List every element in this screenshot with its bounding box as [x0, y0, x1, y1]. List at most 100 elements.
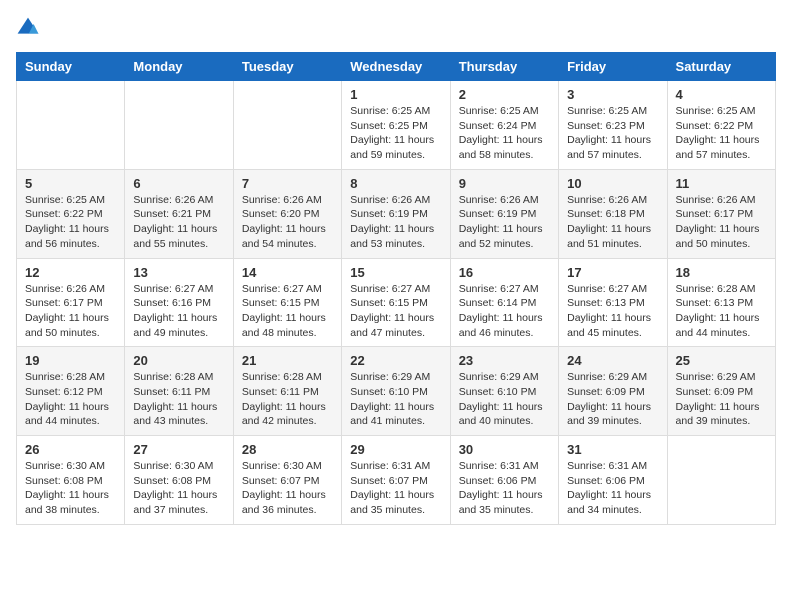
- header-row: SundayMondayTuesdayWednesdayThursdayFrid…: [17, 53, 776, 81]
- day-info: Sunrise: 6:25 AM Sunset: 6:23 PM Dayligh…: [567, 104, 658, 163]
- header-wednesday: Wednesday: [342, 53, 450, 81]
- day-number: 17: [567, 265, 658, 280]
- day-number: 18: [676, 265, 767, 280]
- day-info: Sunrise: 6:30 AM Sunset: 6:08 PM Dayligh…: [25, 459, 116, 518]
- day-cell: 13 Sunrise: 6:27 AM Sunset: 6:16 PM Dayli…: [125, 258, 233, 347]
- day-info: Sunrise: 6:25 AM Sunset: 6:24 PM Dayligh…: [459, 104, 550, 163]
- day-number: 24: [567, 353, 658, 368]
- day-number: 2: [459, 87, 550, 102]
- day-cell: 23 Sunrise: 6:29 AM Sunset: 6:10 PM Dayli…: [450, 347, 558, 436]
- day-info: Sunrise: 6:28 AM Sunset: 6:11 PM Dayligh…: [242, 370, 333, 429]
- header-friday: Friday: [559, 53, 667, 81]
- day-info: Sunrise: 6:31 AM Sunset: 6:07 PM Dayligh…: [350, 459, 441, 518]
- day-info: Sunrise: 6:26 AM Sunset: 6:19 PM Dayligh…: [459, 193, 550, 252]
- day-cell: [233, 81, 341, 170]
- day-number: 26: [25, 442, 116, 457]
- day-number: 16: [459, 265, 550, 280]
- week-row-3: 19 Sunrise: 6:28 AM Sunset: 6:12 PM Dayli…: [17, 347, 776, 436]
- day-cell: [125, 81, 233, 170]
- logo: [16, 16, 44, 40]
- day-number: 23: [459, 353, 550, 368]
- day-number: 10: [567, 176, 658, 191]
- calendar: SundayMondayTuesdayWednesdayThursdayFrid…: [16, 52, 776, 525]
- day-cell: 15 Sunrise: 6:27 AM Sunset: 6:15 PM Dayli…: [342, 258, 450, 347]
- day-info: Sunrise: 6:26 AM Sunset: 6:18 PM Dayligh…: [567, 193, 658, 252]
- day-cell: 7 Sunrise: 6:26 AM Sunset: 6:20 PM Daylig…: [233, 169, 341, 258]
- header-saturday: Saturday: [667, 53, 775, 81]
- day-number: 5: [25, 176, 116, 191]
- day-number: 8: [350, 176, 441, 191]
- day-cell: 30 Sunrise: 6:31 AM Sunset: 6:06 PM Dayli…: [450, 436, 558, 525]
- day-info: Sunrise: 6:28 AM Sunset: 6:13 PM Dayligh…: [676, 282, 767, 341]
- calendar-body: 1 Sunrise: 6:25 AM Sunset: 6:25 PM Daylig…: [17, 81, 776, 525]
- day-cell: 12 Sunrise: 6:26 AM Sunset: 6:17 PM Dayli…: [17, 258, 125, 347]
- week-row-2: 12 Sunrise: 6:26 AM Sunset: 6:17 PM Dayli…: [17, 258, 776, 347]
- day-cell: 29 Sunrise: 6:31 AM Sunset: 6:07 PM Dayli…: [342, 436, 450, 525]
- day-cell: 1 Sunrise: 6:25 AM Sunset: 6:25 PM Daylig…: [342, 81, 450, 170]
- day-info: Sunrise: 6:30 AM Sunset: 6:08 PM Dayligh…: [133, 459, 224, 518]
- day-info: Sunrise: 6:28 AM Sunset: 6:12 PM Dayligh…: [25, 370, 116, 429]
- day-cell: 18 Sunrise: 6:28 AM Sunset: 6:13 PM Dayli…: [667, 258, 775, 347]
- day-info: Sunrise: 6:27 AM Sunset: 6:15 PM Dayligh…: [350, 282, 441, 341]
- day-number: 19: [25, 353, 116, 368]
- day-cell: 10 Sunrise: 6:26 AM Sunset: 6:18 PM Dayli…: [559, 169, 667, 258]
- day-cell: 16 Sunrise: 6:27 AM Sunset: 6:14 PM Dayli…: [450, 258, 558, 347]
- week-row-0: 1 Sunrise: 6:25 AM Sunset: 6:25 PM Daylig…: [17, 81, 776, 170]
- day-number: 14: [242, 265, 333, 280]
- day-cell: 25 Sunrise: 6:29 AM Sunset: 6:09 PM Dayli…: [667, 347, 775, 436]
- day-number: 21: [242, 353, 333, 368]
- day-number: 31: [567, 442, 658, 457]
- day-number: 30: [459, 442, 550, 457]
- day-cell: 31 Sunrise: 6:31 AM Sunset: 6:06 PM Dayli…: [559, 436, 667, 525]
- day-number: 6: [133, 176, 224, 191]
- day-info: Sunrise: 6:26 AM Sunset: 6:17 PM Dayligh…: [676, 193, 767, 252]
- day-cell: 17 Sunrise: 6:27 AM Sunset: 6:13 PM Dayli…: [559, 258, 667, 347]
- day-info: Sunrise: 6:29 AM Sunset: 6:10 PM Dayligh…: [459, 370, 550, 429]
- day-cell: 2 Sunrise: 6:25 AM Sunset: 6:24 PM Daylig…: [450, 81, 558, 170]
- day-info: Sunrise: 6:26 AM Sunset: 6:19 PM Dayligh…: [350, 193, 441, 252]
- day-cell: 8 Sunrise: 6:26 AM Sunset: 6:19 PM Daylig…: [342, 169, 450, 258]
- day-info: Sunrise: 6:27 AM Sunset: 6:14 PM Dayligh…: [459, 282, 550, 341]
- day-info: Sunrise: 6:29 AM Sunset: 6:09 PM Dayligh…: [676, 370, 767, 429]
- day-info: Sunrise: 6:25 AM Sunset: 6:22 PM Dayligh…: [25, 193, 116, 252]
- day-number: 4: [676, 87, 767, 102]
- day-number: 25: [676, 353, 767, 368]
- logo-icon: [16, 16, 40, 40]
- week-row-4: 26 Sunrise: 6:30 AM Sunset: 6:08 PM Dayli…: [17, 436, 776, 525]
- header-monday: Monday: [125, 53, 233, 81]
- calendar-header: SundayMondayTuesdayWednesdayThursdayFrid…: [17, 53, 776, 81]
- day-cell: 5 Sunrise: 6:25 AM Sunset: 6:22 PM Daylig…: [17, 169, 125, 258]
- day-cell: 28Sunrise: 6:30 AM Sunset: 6:07 PM Dayli…: [233, 436, 341, 525]
- day-cell: 11 Sunrise: 6:26 AM Sunset: 6:17 PM Dayli…: [667, 169, 775, 258]
- day-cell: [667, 436, 775, 525]
- day-cell: 3 Sunrise: 6:25 AM Sunset: 6:23 PM Daylig…: [559, 81, 667, 170]
- day-cell: 24Sunrise: 6:29 AM Sunset: 6:09 PM Dayli…: [559, 347, 667, 436]
- day-info: Sunrise: 6:31 AM Sunset: 6:06 PM Dayligh…: [459, 459, 550, 518]
- day-number: 12: [25, 265, 116, 280]
- day-info: Sunrise: 6:26 AM Sunset: 6:17 PM Dayligh…: [25, 282, 116, 341]
- day-number: 29: [350, 442, 441, 457]
- day-info: Sunrise: 6:28 AM Sunset: 6:11 PM Dayligh…: [133, 370, 224, 429]
- day-cell: 22Sunrise: 6:29 AM Sunset: 6:10 PM Dayli…: [342, 347, 450, 436]
- page-header: [16, 16, 776, 40]
- day-number: 7: [242, 176, 333, 191]
- day-number: 1: [350, 87, 441, 102]
- day-info: Sunrise: 6:31 AM Sunset: 6:06 PM Dayligh…: [567, 459, 658, 518]
- day-number: 11: [676, 176, 767, 191]
- day-info: Sunrise: 6:29 AM Sunset: 6:10 PM Dayligh…: [350, 370, 441, 429]
- day-info: Sunrise: 6:25 AM Sunset: 6:25 PM Dayligh…: [350, 104, 441, 163]
- day-info: Sunrise: 6:27 AM Sunset: 6:16 PM Dayligh…: [133, 282, 224, 341]
- day-number: 3: [567, 87, 658, 102]
- header-thursday: Thursday: [450, 53, 558, 81]
- day-info: Sunrise: 6:30 AM Sunset: 6:07 PM Dayligh…: [242, 459, 333, 518]
- day-number: 13: [133, 265, 224, 280]
- day-number: 27: [133, 442, 224, 457]
- day-info: Sunrise: 6:26 AM Sunset: 6:20 PM Dayligh…: [242, 193, 333, 252]
- day-cell: 26 Sunrise: 6:30 AM Sunset: 6:08 PM Dayli…: [17, 436, 125, 525]
- day-cell: 14Sunrise: 6:27 AM Sunset: 6:15 PM Dayli…: [233, 258, 341, 347]
- day-number: 15: [350, 265, 441, 280]
- day-info: Sunrise: 6:27 AM Sunset: 6:13 PM Dayligh…: [567, 282, 658, 341]
- header-tuesday: Tuesday: [233, 53, 341, 81]
- day-cell: 21 Sunrise: 6:28 AM Sunset: 6:11 PM Dayli…: [233, 347, 341, 436]
- week-row-1: 5 Sunrise: 6:25 AM Sunset: 6:22 PM Daylig…: [17, 169, 776, 258]
